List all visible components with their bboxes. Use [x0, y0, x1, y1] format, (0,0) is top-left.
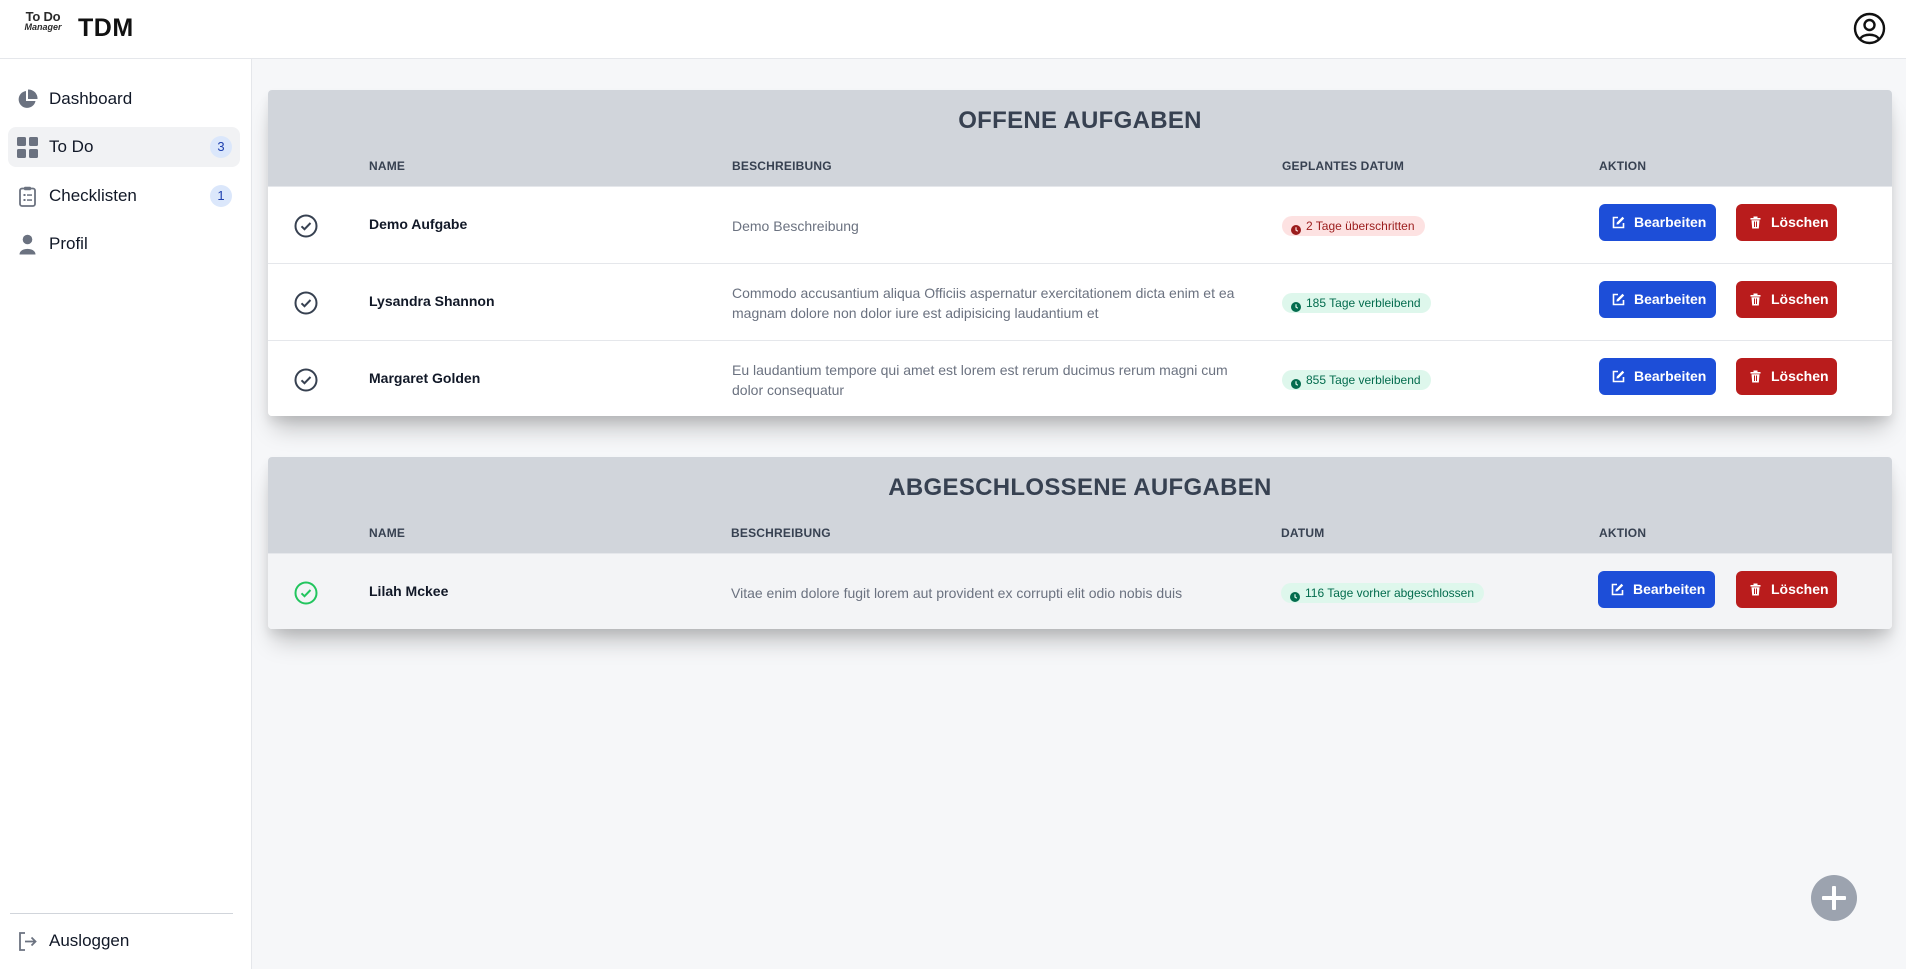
- check-circle-icon[interactable]: [294, 291, 318, 315]
- brand-name[interactable]: TDM: [78, 14, 134, 43]
- sidebar-item-label: Dashboard: [49, 89, 133, 108]
- column-header-date: DATUM: [1281, 526, 1325, 540]
- edit-icon: [1612, 293, 1625, 306]
- delete-label: Löschen: [1771, 291, 1829, 307]
- completed-tasks-panel: ABGESCHLOSSENE AUFGABEN NAME BESCHREIBUN…: [268, 457, 1892, 629]
- table-row: Margaret Golden Eu laudantium tempore qu…: [268, 340, 1892, 416]
- edit-label: Bearbeiten: [1633, 581, 1706, 597]
- column-header-action: AKTION: [1599, 526, 1647, 540]
- delete-button[interactable]: Löschen: [1736, 358, 1837, 395]
- top-bar: To Do Manager TDM: [0, 0, 1906, 59]
- task-description: Vitae enim dolore fugit lorem aut provid…: [731, 585, 1183, 601]
- trash-icon: [1749, 216, 1762, 229]
- user-icon: [17, 234, 38, 255]
- delete-label: Löschen: [1771, 214, 1829, 230]
- check-circle-icon[interactable]: [294, 214, 318, 238]
- task-description: Eu laudantium tempore qui amet est lorem…: [732, 362, 1228, 398]
- clock-icon: [1291, 221, 1301, 235]
- column-header-action: AKTION: [1599, 159, 1647, 173]
- task-name: Lysandra Shannon: [369, 293, 495, 309]
- panel-title: ABGESCHLOSSENE AUFGABEN: [888, 474, 1272, 501]
- logout-label: Ausloggen: [49, 931, 130, 950]
- table-row: Demo Aufgabe Demo Beschreibung 2 Tage üb…: [268, 186, 1892, 263]
- status-text: 116 Tage vorher abgeschlossen: [1305, 586, 1475, 600]
- logo-line-2: Manager: [24, 22, 62, 32]
- delete-label: Löschen: [1771, 368, 1829, 384]
- column-header-description: BESCHREIBUNG: [732, 159, 832, 173]
- edit-label: Bearbeiten: [1634, 368, 1707, 384]
- edit-icon: [1611, 583, 1624, 596]
- sidebar-item-label: Checklisten: [49, 186, 137, 205]
- table-row: Lilah Mckee Vitae enim dolore fugit lore…: [268, 553, 1892, 629]
- sidebar: Dashboard To Do 3 Checklisten 1 Profil A…: [0, 59, 252, 969]
- edit-button[interactable]: Bearbeiten: [1599, 281, 1716, 318]
- delete-label: Löschen: [1771, 581, 1829, 597]
- edit-button[interactable]: Bearbeiten: [1599, 358, 1716, 395]
- task-description: Demo Beschreibung: [732, 218, 859, 234]
- add-task-button[interactable]: [1811, 875, 1857, 921]
- completed-tasks-header: ABGESCHLOSSENE AUFGABEN NAME BESCHREIBUN…: [268, 457, 1892, 553]
- plus-icon: [1822, 886, 1846, 910]
- task-description: Commodo accusantium aliqua Officiis aspe…: [732, 285, 1235, 321]
- task-name: Demo Aufgabe: [369, 216, 468, 232]
- check-circle-done-icon[interactable]: [294, 581, 318, 605]
- grid-icon: [17, 137, 38, 158]
- trash-icon: [1749, 293, 1762, 306]
- panel-title: OFFENE AUFGABEN: [958, 107, 1202, 134]
- edit-button[interactable]: Bearbeiten: [1598, 571, 1715, 608]
- sidebar-item-todo[interactable]: To Do 3: [8, 127, 240, 167]
- clock-icon: [1291, 375, 1301, 389]
- edit-icon: [1612, 216, 1625, 229]
- sidebar-item-profil[interactable]: Profil: [8, 224, 240, 264]
- logout-button[interactable]: Ausloggen: [8, 921, 240, 961]
- logo-line-1: To Do: [25, 9, 61, 24]
- delete-button[interactable]: Löschen: [1736, 571, 1837, 608]
- status-text: 2 Tage überschritten: [1306, 219, 1415, 233]
- status-badge: 2 Tage überschritten: [1282, 216, 1425, 236]
- status-badge: 116 Tage vorher abgeschlossen: [1281, 583, 1485, 603]
- edit-icon: [1612, 370, 1625, 383]
- sidebar-item-label: Profil: [49, 234, 88, 253]
- task-name: Margaret Golden: [369, 370, 481, 386]
- logout-icon: [17, 931, 38, 952]
- clock-icon: [1291, 298, 1301, 312]
- edit-button[interactable]: Bearbeiten: [1599, 204, 1716, 241]
- column-header-description: BESCHREIBUNG: [731, 526, 831, 540]
- column-header-name: NAME: [369, 159, 406, 173]
- sidebar-item-checklisten[interactable]: Checklisten 1: [8, 176, 240, 216]
- table-row: Lysandra Shannon Commodo accusantium ali…: [268, 263, 1892, 340]
- edit-label: Bearbeiten: [1634, 291, 1707, 307]
- sidebar-item-dashboard[interactable]: Dashboard: [8, 79, 240, 119]
- app-logo[interactable]: To Do Manager: [20, 9, 66, 33]
- status-text: 185 Tage verbleibend: [1306, 296, 1421, 310]
- clipboard-icon: [17, 186, 38, 207]
- count-badge: 1: [210, 185, 232, 207]
- trash-icon: [1749, 370, 1762, 383]
- edit-label: Bearbeiten: [1634, 214, 1707, 230]
- column-header-name: NAME: [369, 526, 406, 540]
- count-badge: 3: [210, 136, 232, 158]
- task-name: Lilah Mckee: [369, 583, 449, 599]
- status-badge: 855 Tage verbleibend: [1282, 370, 1431, 390]
- pie-chart-icon: [17, 89, 38, 110]
- clock-icon: [1290, 588, 1300, 602]
- delete-button[interactable]: Löschen: [1736, 204, 1837, 241]
- sidebar-divider: [10, 913, 233, 914]
- sidebar-item-label: To Do: [49, 137, 94, 156]
- delete-button[interactable]: Löschen: [1736, 281, 1837, 318]
- user-account-icon[interactable]: [1853, 12, 1886, 45]
- status-text: 855 Tage verbleibend: [1306, 373, 1421, 387]
- open-tasks-panel: OFFENE AUFGABEN NAME BESCHREIBUNG GEPLAN…: [268, 90, 1892, 416]
- trash-icon: [1749, 583, 1762, 596]
- check-circle-icon[interactable]: [294, 368, 318, 392]
- status-badge: 185 Tage verbleibend: [1282, 293, 1431, 313]
- column-header-date: GEPLANTES DATUM: [1282, 159, 1405, 173]
- open-tasks-header: OFFENE AUFGABEN NAME BESCHREIBUNG GEPLAN…: [268, 90, 1892, 186]
